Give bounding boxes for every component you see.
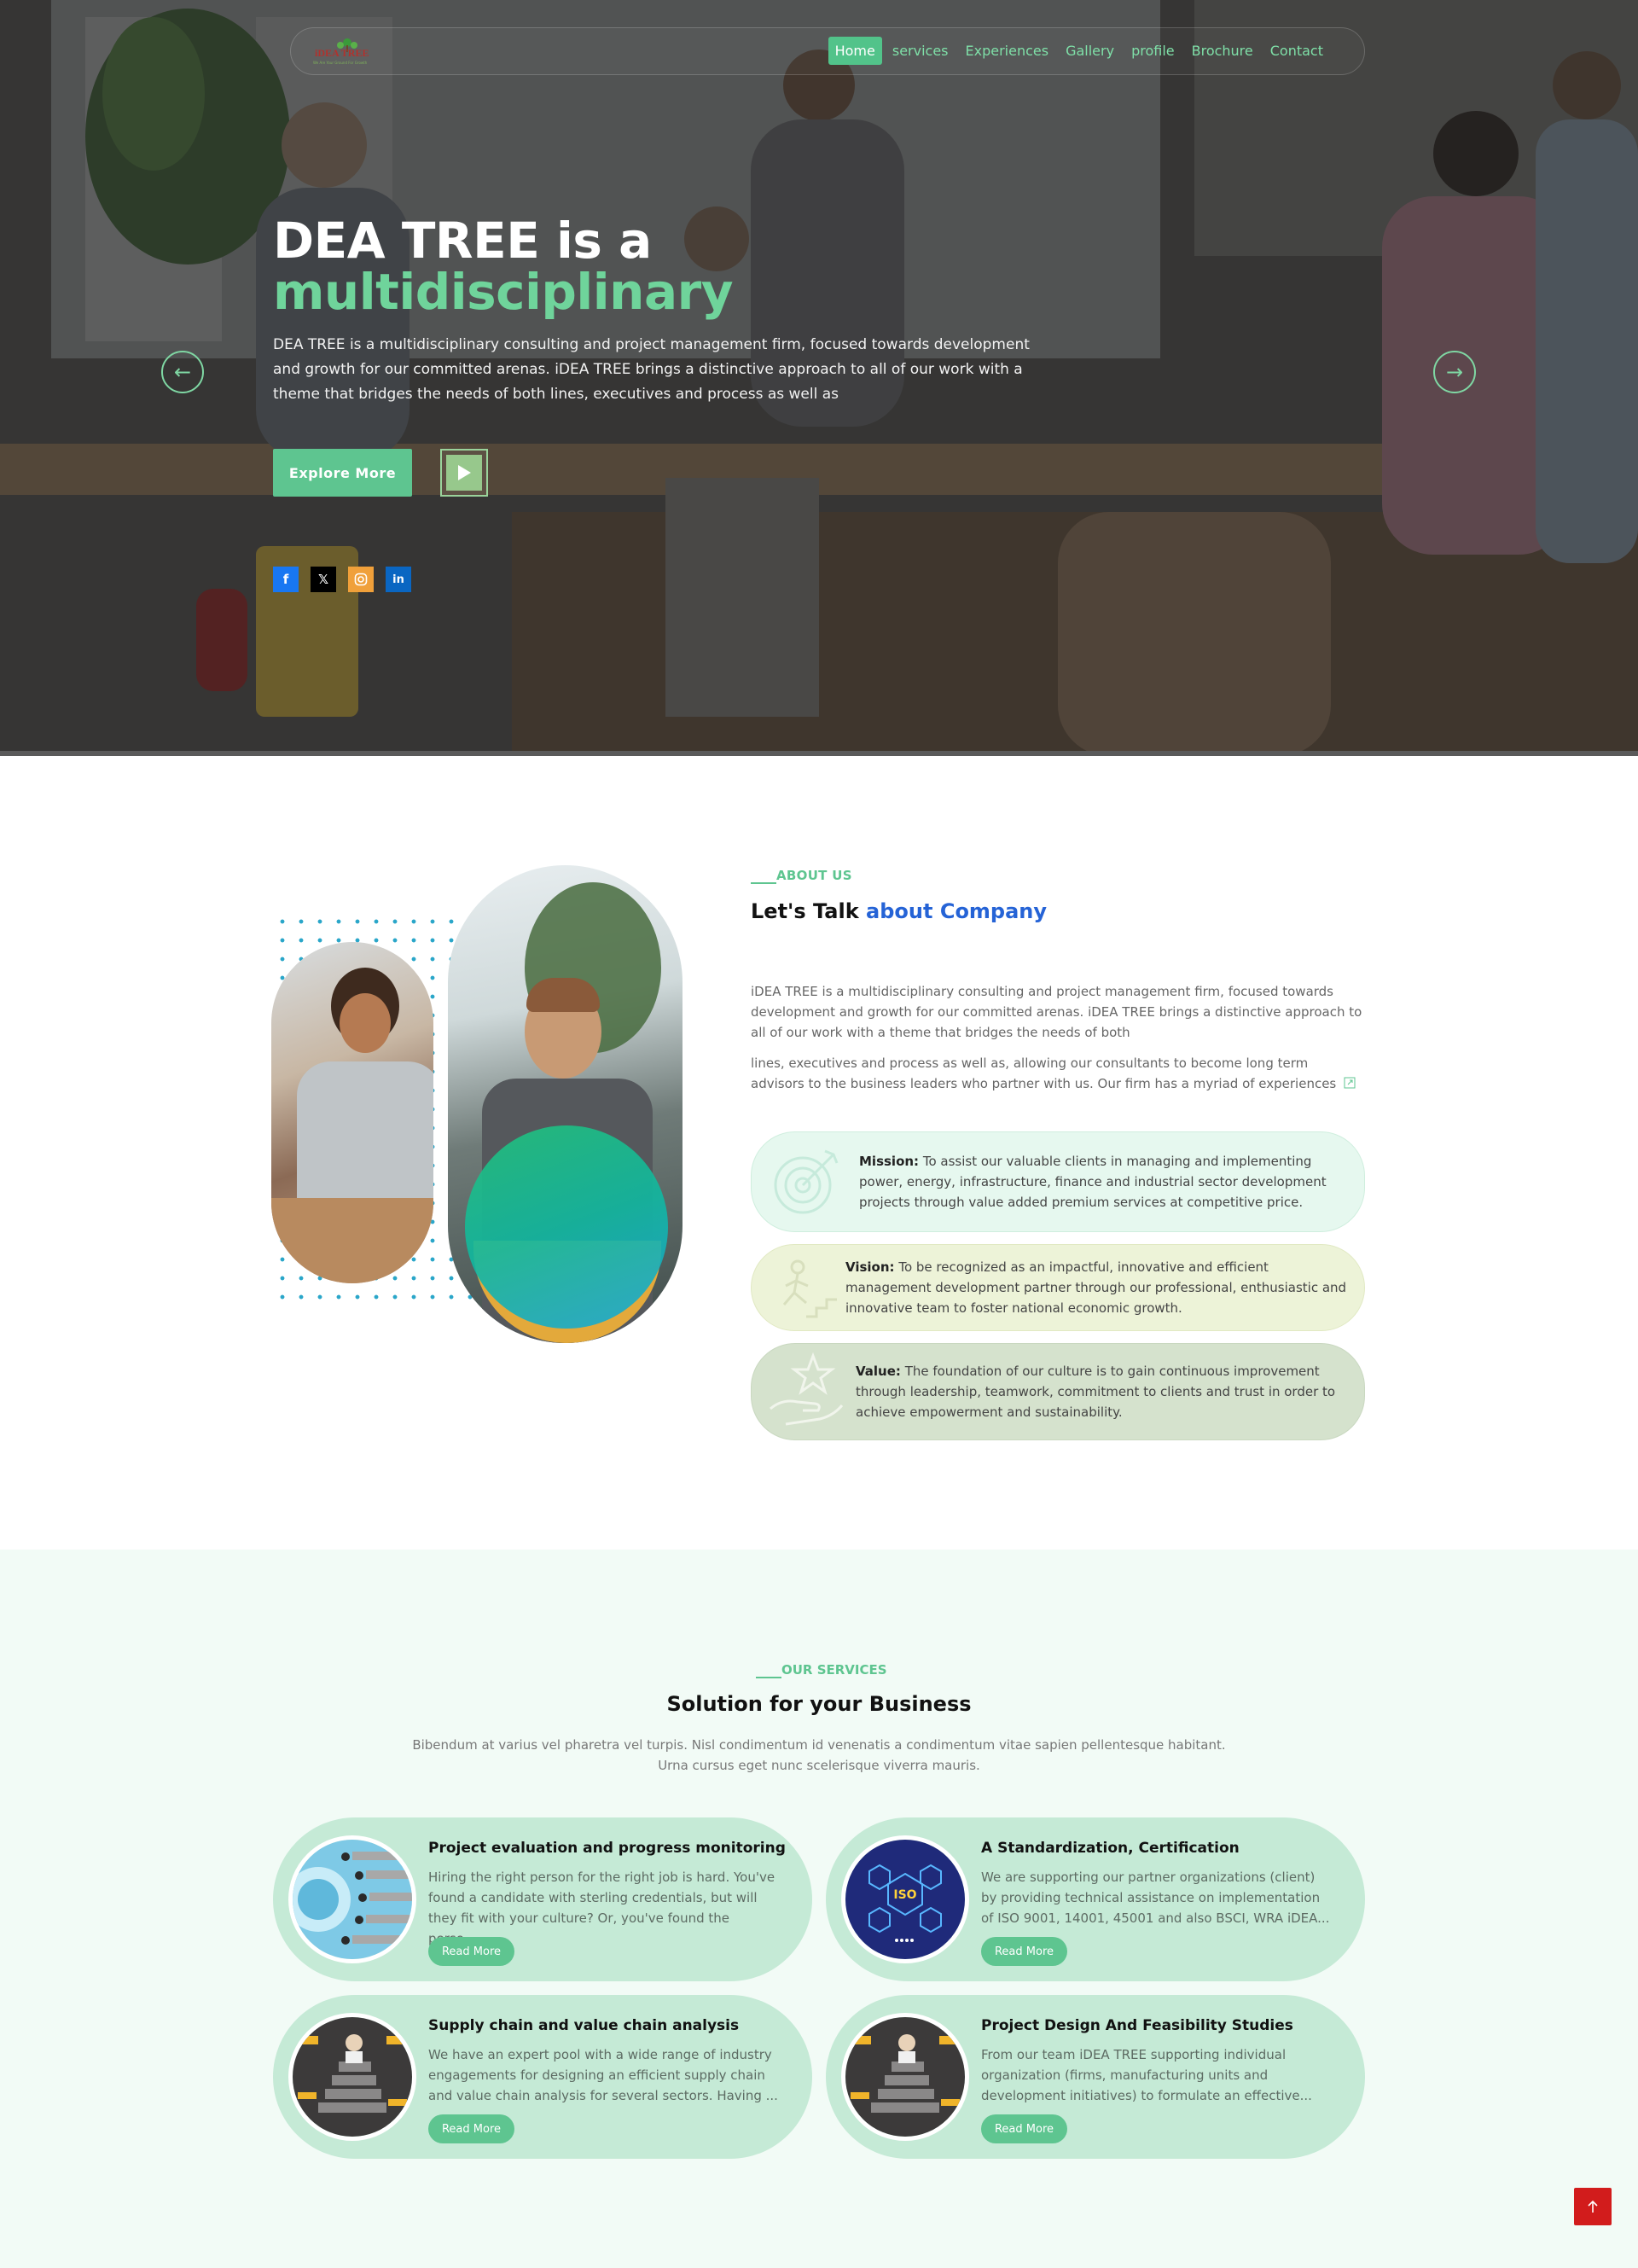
play-video-button[interactable] [440, 449, 488, 497]
services-description-line2: Urna cursus eget nunc scelerisque viverr… [658, 1758, 980, 1773]
vision-title: Vision: [845, 1259, 895, 1275]
external-link-icon[interactable] [1344, 1077, 1356, 1089]
site-logo[interactable]: iDEA TREE We Are Your Ground For Growth [313, 35, 381, 67]
services-label-line [756, 1677, 781, 1678]
services-section [0, 1550, 1638, 2268]
service-title: Project evaluation and progress monitori… [428, 1840, 786, 1857]
service-title: Supply chain and value chain analysis [428, 2017, 740, 2034]
logo-tagline: We Are Your Ground For Growth [313, 61, 368, 65]
services-label: OUR SERVICES [781, 1662, 887, 1678]
about-paragraph-1: iDEA TREE is a multidisciplinary consult… [751, 984, 1362, 1040]
woman-laptop-photo [271, 942, 433, 1283]
about-title-accent: about Company [866, 899, 1048, 923]
service-image-iso: ISO [841, 1835, 969, 1963]
mission-title: Mission: [859, 1154, 920, 1169]
arrow-right-icon: → [1445, 360, 1464, 384]
value-title: Value: [856, 1364, 901, 1379]
value-body: The foundation of our culture is to gain… [856, 1364, 1336, 1420]
slider-next-button[interactable]: → [1433, 351, 1476, 393]
target-icon [774, 1149, 839, 1214]
green-circle-shape [465, 1125, 668, 1329]
about-label: ABOUT US [776, 868, 852, 883]
x-icon[interactable]: 𝕏 [311, 567, 336, 592]
about-image-collage [271, 865, 682, 1346]
service-card: Project Design And Feasibility Studies F… [826, 1995, 1365, 2159]
back-to-top-button[interactable] [1574, 2188, 1612, 2225]
services-description: Bibendum at varius vel pharetra vel turp… [392, 1735, 1246, 1776]
svg-text:ISO: ISO [893, 1888, 916, 1902]
man-laptop-photo [448, 865, 682, 1343]
about-paragraph-2: lines, executives and process as well as… [751, 1053, 1365, 1094]
about-label-line [751, 882, 776, 884]
read-more-button[interactable]: Read More [428, 2114, 514, 2143]
hero-description: DEA TREE is a multidisciplinary consulti… [273, 336, 1030, 403]
hero-title-line1: DEA TREE is a [273, 212, 652, 270]
about-title-plain: Let's Talk [751, 899, 867, 923]
nav-profile[interactable]: profile [1124, 37, 1182, 65]
explore-more-button[interactable]: Explore More [273, 449, 412, 497]
slider-prev-button[interactable]: ← [161, 351, 204, 393]
services-description-line1: Bibendum at varius vel pharetra vel turp… [412, 1737, 1226, 1753]
mission-body: To assist our valuable clients in managi… [859, 1154, 1327, 1210]
stairs-climber-icon [782, 1259, 837, 1318]
nav-links: Home services Experiences Gallery profil… [828, 37, 1330, 65]
nav-gallery[interactable]: Gallery [1059, 37, 1121, 65]
nav-services[interactable]: services [886, 37, 956, 65]
service-image-evaluation [288, 1835, 416, 1963]
hero-bottom-divider [0, 751, 1638, 756]
nav-brochure[interactable]: Brochure [1185, 37, 1260, 65]
vision-card: Vision: To be recognized as an impactful… [751, 1244, 1365, 1331]
service-card: Supply chain and value chain analysis We… [273, 1995, 812, 2159]
facebook-icon[interactable]: f [273, 567, 299, 592]
service-image-supply-chain [288, 2013, 416, 2141]
hero-section: iDEA TREE We Are Your Ground For Growth … [0, 0, 1638, 756]
service-text: We have an expert pool with a wide range… [428, 2047, 778, 2103]
logo-text: iDEA TREE [315, 47, 369, 59]
hero-title-line2: multidisciplinary [273, 263, 734, 321]
about-paragraph-2-text: lines, executives and process as well as… [751, 1055, 1337, 1091]
linkedin-icon[interactable]: in [386, 567, 411, 592]
service-text: From our team iDEA TREE supporting indiv… [981, 2047, 1312, 2103]
service-title: Project Design And Feasibility Studies [981, 2017, 1293, 2034]
main-navbar: iDEA TREE We Are Your Ground For Growth … [290, 27, 1365, 75]
read-more-button[interactable]: Read More [981, 2114, 1067, 2143]
star-hand-icon [770, 1352, 844, 1426]
arrow-up-icon [1588, 2200, 1598, 2213]
value-card: Value: The foundation of our culture is … [751, 1343, 1365, 1440]
service-card: ISO A Standardization, Certification We … [826, 1817, 1365, 1981]
instagram-icon[interactable] [348, 567, 374, 592]
mission-text: Mission: To assist our valuable clients … [859, 1151, 1345, 1213]
value-text: Value: The foundation of our culture is … [856, 1361, 1350, 1422]
vision-body: To be recognized as an impactful, innova… [845, 1259, 1347, 1316]
service-card: Project evaluation and progress monitori… [273, 1817, 812, 1981]
services-title: Solution for your Business [666, 1692, 972, 1716]
service-text: We are supporting our partner organizati… [981, 1870, 1330, 1926]
nav-contact[interactable]: Contact [1263, 37, 1330, 65]
about-title: Let's Talk about Company [751, 899, 1047, 923]
vision-text: Vision: To be recognized as an impactful… [845, 1257, 1349, 1318]
nav-home[interactable]: Home [828, 37, 882, 65]
arrow-left-icon: ← [173, 360, 192, 384]
service-image-feasibility [841, 2013, 969, 2141]
read-more-button[interactable]: Read More [428, 1937, 514, 1966]
play-icon [458, 465, 471, 480]
mission-card: Mission: To assist our valuable clients … [751, 1131, 1365, 1232]
service-title: A Standardization, Certification [981, 1840, 1240, 1857]
read-more-button[interactable]: Read More [981, 1937, 1067, 1966]
nav-experiences[interactable]: Experiences [959, 37, 1056, 65]
